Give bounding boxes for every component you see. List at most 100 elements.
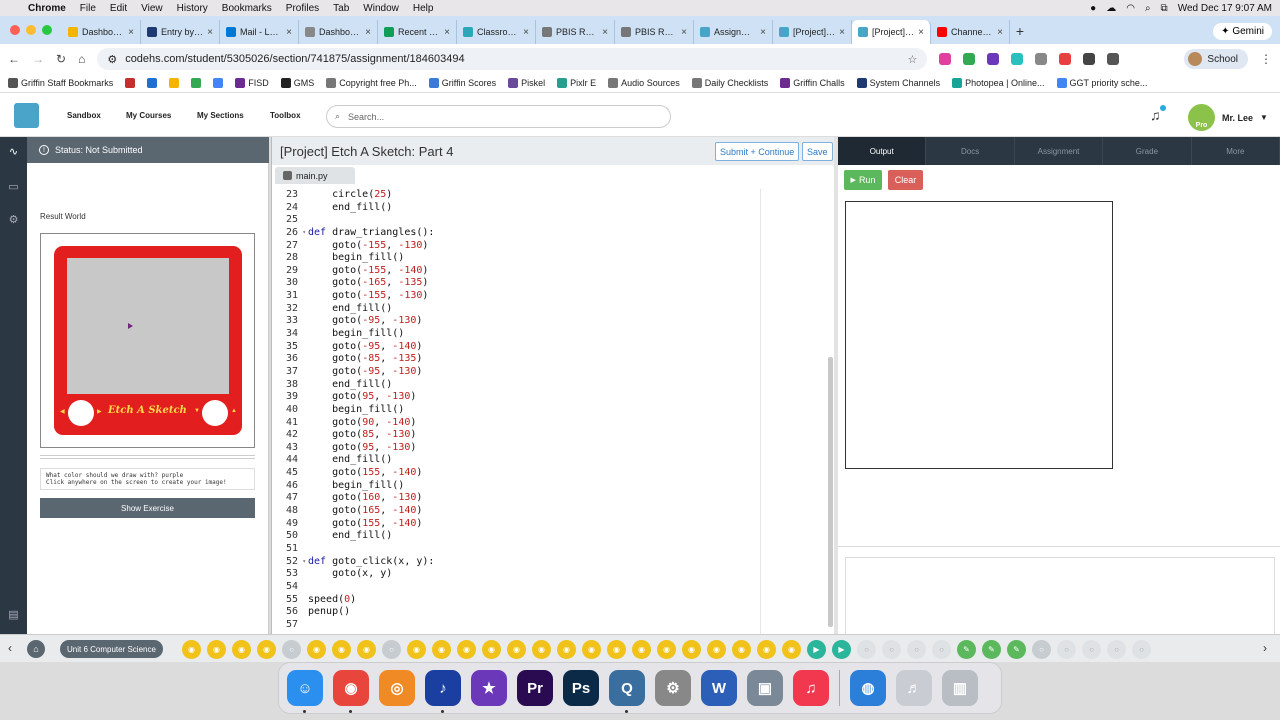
nav-my-courses[interactable]: My Courses bbox=[126, 111, 171, 120]
chevron-left-icon[interactable]: ‹ bbox=[8, 641, 12, 655]
code-line[interactable]: 23 circle(25) bbox=[272, 189, 829, 202]
menubar-datetime[interactable]: Wed Dec 17 9:07 AM bbox=[1178, 3, 1272, 14]
code-line[interactable]: 46 begin_fill() bbox=[272, 480, 829, 493]
lesson-item-icon[interactable]: ◉ bbox=[257, 640, 276, 659]
code-line[interactable]: 28 begin_fill() bbox=[272, 252, 829, 265]
menu-profiles[interactable]: Profiles bbox=[286, 3, 319, 14]
code-line[interactable]: 57 bbox=[272, 619, 829, 632]
code-line[interactable]: 31 goto(-155, -130) bbox=[272, 290, 829, 303]
code-line[interactable]: 50 end_fill() bbox=[272, 530, 829, 543]
new-tab-button[interactable]: + bbox=[1010, 23, 1030, 44]
tab-more[interactable]: More bbox=[1192, 137, 1280, 165]
code-line[interactable]: 26 ▾ def draw_triangles(): bbox=[272, 227, 829, 240]
premiere-icon[interactable]: Pr bbox=[517, 670, 553, 706]
tab-close-icon[interactable]: × bbox=[839, 27, 845, 38]
lesson-item-icon[interactable]: ◉ bbox=[582, 640, 601, 659]
menu-view[interactable]: View bbox=[141, 3, 163, 14]
tab-close-icon[interactable]: × bbox=[128, 27, 134, 38]
app-purple-icon[interactable]: ★ bbox=[471, 670, 507, 706]
bookmark-item[interactable]: Copyright free Ph... bbox=[326, 78, 417, 88]
menu-file[interactable]: File bbox=[80, 3, 96, 14]
extension-icon[interactable] bbox=[1059, 53, 1072, 65]
trash-icon[interactable]: ▥ bbox=[942, 670, 978, 706]
extension-icon[interactable] bbox=[1035, 53, 1048, 65]
code-area[interactable]: 23 circle(25) 24 end_fill() 25 26 ▾ def draw_… bbox=[272, 189, 829, 634]
lesson-item-icon[interactable]: ◉ bbox=[182, 640, 201, 659]
tab-close-icon[interactable]: × bbox=[681, 27, 687, 38]
bookmark-item[interactable] bbox=[169, 78, 180, 88]
control-center-icon[interactable]: ⧉ bbox=[1161, 3, 1168, 14]
lesson-item-icon[interactable]: ○ bbox=[1082, 640, 1101, 659]
browser-tab[interactable]: PBIS Rewar × bbox=[615, 20, 694, 44]
tab-output[interactable]: Output bbox=[838, 137, 927, 165]
menu-app-name[interactable]: Chrome bbox=[28, 3, 66, 14]
code-line[interactable]: 36 goto(-85, -135) bbox=[272, 353, 829, 366]
extensions-puzzle-icon[interactable] bbox=[1083, 53, 1096, 65]
code-line[interactable]: 32 end_fill() bbox=[272, 303, 829, 316]
browser-tab[interactable]: Dashboard × bbox=[299, 20, 378, 44]
editor-scrollbar[interactable] bbox=[828, 357, 833, 627]
output-console-divider[interactable] bbox=[838, 546, 1280, 552]
word-icon[interactable]: W bbox=[701, 670, 737, 706]
lesson-item-icon[interactable]: ◉ bbox=[232, 640, 251, 659]
bookmark-item[interactable] bbox=[125, 78, 136, 88]
lesson-item-icon[interactable]: ○ bbox=[857, 640, 876, 659]
lesson-item-icon[interactable]: ◉ bbox=[407, 640, 426, 659]
code-line[interactable]: 30 goto(-165, -135) bbox=[272, 277, 829, 290]
code-line[interactable]: 53 goto(x, y) bbox=[272, 568, 829, 581]
user-menu[interactable]: Pro Mr. Lee ▼ bbox=[1188, 104, 1268, 131]
bookmark-item[interactable]: Griffin Challs bbox=[780, 78, 845, 88]
browser-tab[interactable]: Entry by Lis × bbox=[141, 20, 220, 44]
menu-window[interactable]: Window bbox=[363, 3, 399, 14]
fold-toggle-icon[interactable]: ▾ bbox=[302, 227, 306, 240]
finder-icon[interactable]: ☺ bbox=[287, 670, 323, 713]
bookmark-item[interactable] bbox=[213, 78, 224, 88]
folder-icon[interactable]: ▭ bbox=[7, 180, 20, 193]
pulse-icon[interactable]: ∿ bbox=[7, 145, 20, 158]
tab-close-icon[interactable]: × bbox=[760, 27, 766, 38]
bookmark-item[interactable]: FISD bbox=[235, 78, 269, 88]
lesson-item-icon[interactable]: ○ bbox=[1107, 640, 1126, 659]
tab-close-icon[interactable]: × bbox=[207, 27, 213, 38]
home-icon[interactable]: ⌂ bbox=[78, 52, 85, 66]
tab-assignment[interactable]: Assignment bbox=[1015, 137, 1104, 165]
lesson-item-icon[interactable]: ✎ bbox=[1007, 640, 1026, 659]
lesson-item-icon[interactable]: ○ bbox=[282, 640, 301, 659]
music-icon[interactable]: ♫ bbox=[793, 670, 829, 706]
lesson-item-icon[interactable]: ▶ bbox=[807, 640, 826, 659]
tab-close-icon[interactable]: × bbox=[365, 27, 371, 38]
tab-close-icon[interactable]: × bbox=[523, 27, 529, 38]
output-console[interactable] bbox=[845, 557, 1275, 634]
lesson-item-icon[interactable]: ◉ bbox=[432, 640, 451, 659]
lesson-item-icon[interactable]: ◉ bbox=[307, 640, 326, 659]
bookmark-item[interactable]: Daily Checklists bbox=[691, 78, 768, 88]
photoshop-icon[interactable]: Ps bbox=[563, 670, 599, 706]
browser-tab[interactable]: Assignment × bbox=[694, 20, 773, 44]
lesson-item-icon[interactable]: ◉ bbox=[632, 640, 651, 659]
url-text[interactable]: codehs.com/student/5305026/section/74187… bbox=[125, 53, 464, 65]
back-icon[interactable]: ← bbox=[8, 52, 20, 66]
home-icon[interactable]: ⌂ bbox=[27, 640, 45, 658]
bookmark-item[interactable]: System Channels bbox=[856, 78, 940, 88]
lesson-item-icon[interactable]: ◉ bbox=[207, 640, 226, 659]
record-icon[interactable]: ● bbox=[1090, 3, 1096, 14]
tab-close-icon[interactable]: × bbox=[997, 27, 1003, 38]
code-line[interactable]: 52 ▾ def goto_click(x, y): bbox=[272, 556, 829, 569]
gear-icon[interactable]: ⚙ bbox=[7, 213, 20, 226]
code-line[interactable]: 42 goto(85, -130) bbox=[272, 429, 829, 442]
tab-close-icon[interactable]: × bbox=[444, 27, 450, 38]
bookmark-item[interactable] bbox=[191, 78, 202, 88]
lesson-item-icon[interactable]: ○ bbox=[1057, 640, 1076, 659]
code-line[interactable]: 51 bbox=[272, 543, 829, 556]
tab-grade[interactable]: Grade bbox=[1103, 137, 1192, 165]
bookmark-item[interactable]: Photopea | Online... bbox=[952, 78, 1045, 88]
code-line[interactable]: 27 goto(-155, -130) bbox=[272, 240, 829, 253]
profile-button[interactable]: School bbox=[1184, 49, 1248, 69]
lesson-item-icon[interactable]: ◉ bbox=[732, 640, 751, 659]
bookmark-item[interactable]: Audio Sources bbox=[608, 78, 680, 88]
menu-kebab-icon[interactable]: ⋮ bbox=[1260, 52, 1272, 66]
lesson-item-icon[interactable]: ◉ bbox=[757, 640, 776, 659]
panel-divider[interactable] bbox=[40, 455, 255, 459]
code-line[interactable]: 49 goto(155, -140) bbox=[272, 518, 829, 531]
lesson-item-icon[interactable]: ◉ bbox=[657, 640, 676, 659]
